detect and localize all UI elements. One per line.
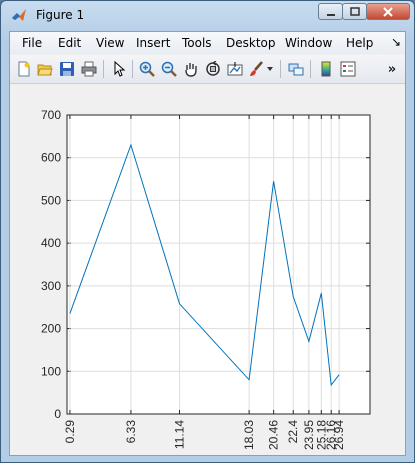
figure-window: Figure 1 File Edit View Insert Tools Des… (0, 0, 415, 463)
menu-desktop[interactable]: Desktop (226, 36, 276, 50)
menu-view[interactable]: View (96, 36, 124, 50)
y-tick-label: 0 (54, 407, 61, 421)
x-tick-label: 26.94 (332, 420, 346, 450)
x-tick-label: 6.33 (124, 420, 138, 444)
rotate-3d-icon[interactable] (203, 59, 223, 79)
menu-insert[interactable]: Insert (136, 36, 170, 50)
toolbar-separator (103, 60, 104, 78)
line-chart[interactable]: 0 100 200 300 400 500 600 700 0.29 6.33 11.14 18.03… (10, 84, 405, 455)
menu-file[interactable]: File (22, 36, 42, 50)
x-tick-label: 11.14 (173, 420, 187, 449)
y-tick-label: 600 (41, 151, 61, 165)
title-bar[interactable]: Figure 1 (1, 1, 414, 29)
x-tick-label: 0.29 (63, 420, 77, 444)
plot-area (67, 115, 370, 414)
y-tick-label: 300 (41, 279, 61, 293)
new-figure-icon[interactable] (14, 59, 34, 79)
link-plot-icon[interactable] (286, 59, 306, 79)
y-tick-label: 700 (41, 108, 61, 122)
menu-bar: File Edit View Insert Tools Desktop Wind… (10, 32, 405, 54)
figure-toolbar: » (10, 55, 405, 84)
y-tick-label: 400 (41, 236, 61, 250)
zoom-out-icon[interactable] (159, 59, 179, 79)
data-cursor-icon[interactable] (225, 59, 245, 79)
window-title: Figure 1 (36, 8, 85, 22)
menu-overflow-icon[interactable]: ↘ (391, 35, 401, 49)
menu-edit[interactable]: Edit (58, 36, 81, 50)
x-tick-label: 20.46 (267, 420, 281, 450)
y-tick-label: 200 (41, 322, 61, 336)
menu-window[interactable]: Window (285, 36, 332, 50)
brush-dropdown-icon[interactable] (265, 59, 275, 79)
x-tick-label: 18.03 (242, 420, 256, 450)
zoom-in-icon[interactable] (137, 59, 157, 79)
toolbar-overflow-icon[interactable]: » (382, 59, 402, 79)
toolbar-separator (132, 60, 133, 78)
x-tick-label: 22.4 (286, 420, 300, 444)
pan-icon[interactable] (181, 59, 201, 79)
colorbar-icon[interactable] (316, 59, 336, 79)
menu-help[interactable]: Help (346, 36, 373, 50)
save-icon[interactable] (57, 59, 77, 79)
maximize-icon (349, 7, 360, 16)
legend-icon[interactable] (338, 59, 358, 79)
open-file-icon[interactable] (35, 59, 55, 79)
y-tick-label: 500 (41, 193, 61, 207)
toolbar-separator (310, 60, 311, 78)
y-tick-label: 100 (41, 364, 61, 378)
minimize-button[interactable] (318, 3, 343, 20)
toolbar-separator (280, 60, 281, 78)
figure-client-area: File Edit View Insert Tools Desktop Wind… (9, 31, 406, 456)
menu-tools[interactable]: Tools (182, 36, 212, 50)
close-button[interactable] (366, 3, 410, 20)
print-icon[interactable] (79, 59, 99, 79)
minimize-icon (326, 13, 335, 16)
close-icon (383, 6, 393, 17)
figure-canvas[interactable]: 0 100 200 300 400 500 600 700 0.29 6.33 11.14 18.03… (10, 84, 405, 455)
matlab-icon (12, 9, 26, 21)
brush-icon[interactable] (246, 59, 266, 79)
maximize-button[interactable] (342, 3, 367, 20)
pointer-icon[interactable] (109, 59, 129, 79)
